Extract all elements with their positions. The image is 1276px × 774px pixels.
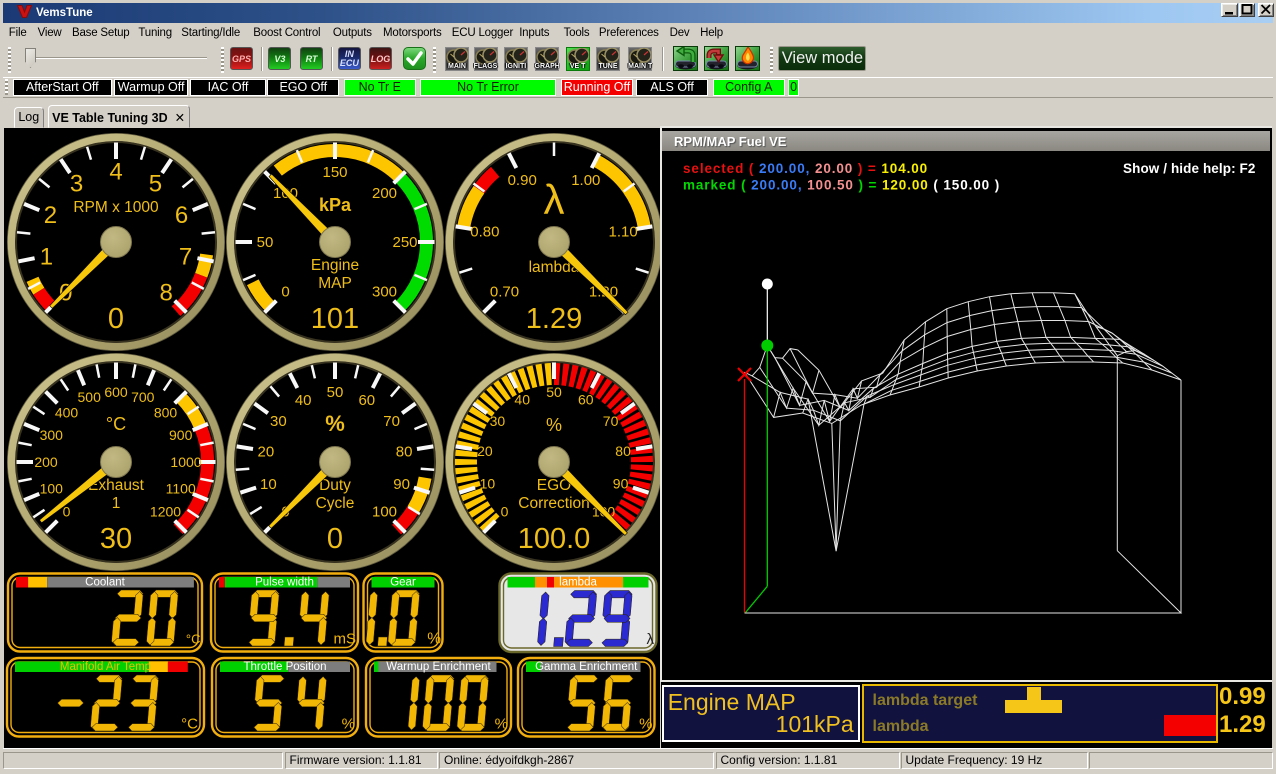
svg-text:1: 1 [40,243,53,270]
svg-text:150: 150 [322,164,347,181]
svg-text:Engine: Engine [311,257,359,274]
svg-text:30: 30 [270,413,287,430]
svg-text:100.0: 100.0 [518,523,591,555]
svg-text:100: 100 [40,481,64,497]
svg-text:%: % [546,415,562,435]
svg-text:40: 40 [295,392,312,409]
svg-text:7: 7 [179,243,192,270]
svg-text:50: 50 [546,384,562,400]
svg-text:60: 60 [578,392,594,408]
svg-text:50: 50 [327,384,344,401]
svg-text:6: 6 [175,202,188,229]
svg-text:Coolant: Coolant [85,577,125,589]
svg-text:marked ( 200.00, 100.50 ) =: marked ( 200.00, 100.50 ) = 120.00 ( 150… [683,178,1000,193]
svg-text:°C: °C [181,716,198,733]
svg-text:1200: 1200 [150,503,181,519]
svg-text:90: 90 [393,476,410,493]
svg-text:%: % [427,631,441,648]
svg-text:%: % [325,411,345,436]
svg-text:1.10: 1.10 [608,223,637,240]
svg-text:Show / hide help: F2: Show / hide help: F2 [1123,161,1256,176]
svg-text:10: 10 [260,476,277,493]
svg-text:°C: °C [106,414,126,434]
svg-text:50: 50 [257,234,274,251]
svg-text:Cycle: Cycle [316,495,355,512]
svg-text:Warmup Enrichment: Warmup Enrichment [386,661,491,673]
svg-text:70: 70 [383,413,400,430]
svg-text:%: % [342,716,355,733]
svg-text:Pulse width: Pulse width [255,577,314,589]
svg-text:80: 80 [396,443,413,460]
svg-text:Throttle Position: Throttle Position [243,661,326,673]
svg-text:0: 0 [281,284,289,301]
svg-text:600: 600 [104,384,128,400]
svg-text:60: 60 [358,392,375,409]
svg-text:20: 20 [477,443,493,459]
svg-text:300: 300 [40,427,64,443]
svg-text:30: 30 [490,413,506,429]
svg-text:80: 80 [615,443,631,459]
svg-text:300: 300 [372,284,397,301]
svg-text:10: 10 [480,476,496,492]
svg-text:900: 900 [169,427,193,443]
svg-text:%: % [495,716,508,733]
svg-text:kPa: kPa [319,195,352,215]
svg-text:λ: λ [647,631,655,648]
svg-text:1100: 1100 [166,481,196,497]
svg-text:8: 8 [160,280,173,307]
svg-text:1.00: 1.00 [571,172,600,189]
svg-text:2: 2 [44,202,57,229]
svg-text:700: 700 [131,389,155,405]
svg-text:4: 4 [109,158,122,185]
svg-text:λ: λ [544,176,565,223]
svg-text:Gamma Enrichment: Gamma Enrichment [535,661,638,673]
svg-text:250: 250 [392,234,417,251]
svg-text:0.70: 0.70 [490,284,519,301]
svg-text:40: 40 [514,392,530,408]
svg-text:0: 0 [501,503,509,519]
svg-text:MAP: MAP [318,275,352,292]
svg-text:1: 1 [112,495,121,512]
svg-text:101: 101 [311,303,359,335]
svg-text:1.29: 1.29 [526,303,582,335]
svg-text:70: 70 [603,413,619,429]
svg-text:20: 20 [258,443,275,460]
svg-text:selected ( 200.00, 20.00 ) =: selected ( 200.00, 20.00 ) = 104.00 [683,161,928,176]
svg-text:0.80: 0.80 [470,223,499,240]
svg-text:800: 800 [154,404,178,420]
svg-text:100: 100 [372,504,397,521]
svg-text:RPM x 1000: RPM x 1000 [73,199,159,216]
svg-text:1000: 1000 [170,454,201,470]
svg-text:0.90: 0.90 [508,172,537,189]
svg-text:0: 0 [108,303,124,335]
svg-text:30: 30 [100,523,132,555]
svg-text:Manifold Air Temp: Manifold Air Temp [60,661,151,673]
svg-text:3: 3 [70,170,83,197]
svg-text:200: 200 [34,454,58,470]
svg-text:500: 500 [78,389,102,405]
svg-text:Correction: Correction [518,495,590,512]
svg-text:°C: °C [186,632,201,647]
svg-text:0: 0 [327,523,343,555]
svg-text:lambda: lambda [559,577,597,589]
svg-text:200: 200 [372,185,397,202]
svg-text:%: % [639,716,652,733]
svg-text:5: 5 [149,170,162,197]
svg-text:Gear: Gear [390,577,416,589]
svg-text:mS: mS [334,631,357,648]
svg-text:400: 400 [55,404,79,420]
svg-text:90: 90 [613,476,629,492]
